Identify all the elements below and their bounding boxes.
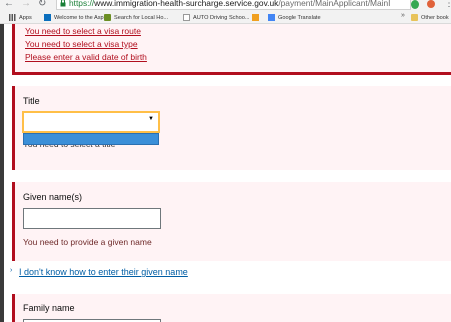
url-text: https://www.immigration-health-surcharge…	[69, 0, 391, 9]
chevron-down-icon: ▼	[148, 116, 154, 122]
browser-chrome: ← → ↻ https://www.immigration-health-sur…	[0, 0, 451, 24]
given-name-form-group: Given name(s) You need to provide a give…	[12, 182, 451, 261]
bookmark-search[interactable]: Search for Local Ho...	[104, 12, 168, 23]
given-name-label: Given name(s)	[23, 192, 83, 202]
page-icon	[183, 14, 190, 21]
given-name-help-link[interactable]: I don't know how to enter their given na…	[19, 267, 188, 277]
bookmark-auto[interactable]: AUTO Driving Schoo...	[183, 12, 249, 23]
translate-icon	[268, 14, 275, 21]
extension-icon[interactable]	[411, 0, 419, 9]
site-icon	[104, 14, 111, 21]
bookmark-label: Search for Local Ho...	[114, 14, 169, 21]
given-name-input[interactable]	[23, 208, 161, 229]
title-select[interactable]: ▼	[23, 112, 159, 132]
bookmark-label: Other book	[421, 14, 449, 21]
title-form-group: Title You need to select a title ▼	[12, 86, 451, 170]
error-link-date-of-birth[interactable]: Please enter a valid date of birth	[25, 52, 147, 62]
title-label: Title	[23, 96, 40, 106]
address-bar[interactable]: https://www.immigration-health-surcharge…	[56, 0, 411, 10]
bookmark-ad[interactable]	[252, 12, 262, 23]
bookmark-label: AUTO Driving Schoo...	[193, 14, 250, 21]
bookmark-apps[interactable]: Apps	[9, 12, 32, 23]
bookmark-translate[interactable]: Google Translate	[268, 12, 321, 23]
lock-icon	[60, 0, 66, 7]
back-icon[interactable]: ←	[4, 0, 14, 10]
menu-icon[interactable]: ⋮	[444, 0, 451, 9]
url-path: /payment/MainApplicant/MainI	[278, 0, 391, 8]
url-host: www.immigration-health-surcharge.service…	[94, 0, 279, 8]
reload-icon[interactable]: ↻	[38, 0, 46, 10]
url-scheme: https://	[69, 0, 95, 8]
extension-icon[interactable]	[427, 0, 435, 8]
bookmark-label: Apps	[19, 14, 32, 21]
bookmark-welcome[interactable]: Welcome to the Asp...	[44, 12, 108, 23]
family-name-label: Family name	[23, 303, 75, 313]
error-link-visa-route[interactable]: You need to select a visa route	[25, 26, 141, 36]
bookmark-label: Google Translate	[278, 14, 321, 21]
folder-icon	[411, 14, 418, 21]
browser-toolbar: ← → ↻ https://www.immigration-health-sur…	[0, 0, 451, 11]
window-edge	[0, 24, 4, 322]
apps-icon	[9, 14, 16, 21]
given-name-error-message: You need to provide a given name	[23, 237, 152, 247]
bookmark-label: Welcome to the Asp...	[54, 14, 109, 21]
error-link-visa-type[interactable]: You need to select a visa type	[25, 39, 138, 49]
site-icon	[44, 14, 51, 21]
family-name-form-group: Family name	[12, 294, 451, 322]
more-bookmarks-icon[interactable]: »	[401, 12, 405, 19]
bookmarks-bar: Apps Welcome to the Asp... Search for Lo…	[0, 11, 451, 24]
title-dropdown-option[interactable]	[23, 133, 159, 145]
error-summary: You need to select a visa route You need…	[12, 24, 451, 75]
bookmark-other[interactable]: Other book	[411, 12, 449, 23]
chevron-right-icon: ›	[10, 267, 13, 274]
forward-icon[interactable]: →	[21, 0, 31, 10]
ad-icon	[252, 14, 259, 21]
